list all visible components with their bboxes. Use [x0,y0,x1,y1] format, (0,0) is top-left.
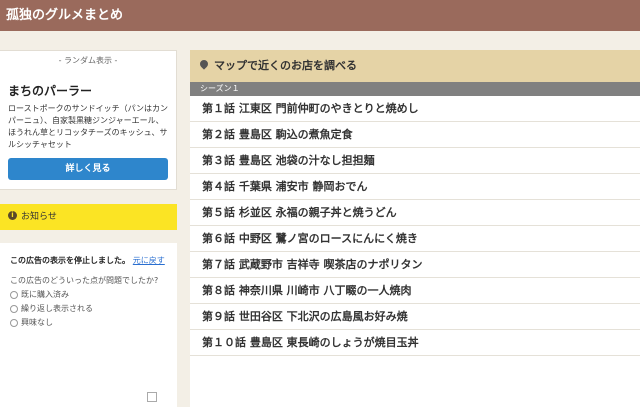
episode-link[interactable]: 第６話 中野区 鷺ノ宮のロースにんにく焼き [190,226,640,252]
map-pin-icon [198,58,210,70]
map-search-header[interactable]: マップで近くのお店を調べる [190,50,640,82]
random-shop-card: - ランダム表示 - まちのパーラー ローストポークのサンドイッチ（パンはカンパ… [0,50,177,190]
episode-list: 第１話 江東区 門前仲町のやきとりと焼めし 第２話 豊島区 駒込の煮魚定食 第３… [190,96,640,356]
radio-button[interactable] [10,318,18,327]
shop-name[interactable]: まちのパーラー [8,82,176,99]
ad-stopped-text: この広告の表示を停止しました。 [10,256,130,265]
ad-option-label: 繰り返し表示される [21,304,93,313]
episode-link[interactable]: 第１０話 豊島区 東長崎のしょうが焼目玉丼 [190,330,640,356]
notice-bar[interactable]: i お知らせ [0,204,177,230]
ad-option-purchased[interactable]: 既に購入済み [10,289,171,300]
episode-link[interactable]: 第３話 豊島区 池袋の汁なし担担麺 [190,148,640,174]
ad-option-label: 興味なし [21,318,53,327]
map-search-label: マップで近くのお店を調べる [214,59,357,72]
episode-link[interactable]: 第１話 江東区 門前仲町のやきとりと焼めし [190,96,640,122]
ad-option-not-interested[interactable]: 興味なし [10,317,171,328]
season-label: シーズン１ [200,84,240,93]
shop-description: ローストポークのサンドイッチ（パンはカンパーニュ）、自家製黒糖ジンジャーエール、… [8,104,168,149]
episode-link[interactable]: 第９話 世田谷区 下北沢の広島風お好み焼 [190,304,640,330]
episode-link[interactable]: 第５話 杉並区 永福の親子丼と焼うどん [190,200,640,226]
site-title[interactable]: 孤独のグルメまとめ [6,8,123,23]
episode-link[interactable]: 第７話 武蔵野市 吉祥寺 喫茶店のナポリタン [190,252,640,278]
episode-link[interactable]: 第２話 豊島区 駒込の煮魚定食 [190,122,640,148]
site-header: 孤独のグルメまとめ [0,0,640,31]
random-caption: - ランダム表示 - [58,56,118,65]
ad-option-label: 既に購入済み [21,290,69,299]
ad-undo-link[interactable]: 元に戻す [133,256,165,265]
ad-stopped-message: この広告の表示を停止しました。 元に戻す [10,255,171,267]
ad-question: この広告のどういった点が問題でしたか? [10,276,159,285]
ad-option-repeated[interactable]: 繰り返し表示される [10,303,171,314]
ad-checkbox[interactable] [147,392,157,402]
notice-label: お知らせ [21,212,57,222]
episode-link[interactable]: 第４話 千葉県 浦安市 静岡おでん [190,174,640,200]
detail-button[interactable]: 詳しく見る [8,158,168,180]
ad-feedback-box: この広告の表示を停止しました。 元に戻す この広告のどういった点が問題でしたか?… [0,243,177,407]
radio-button[interactable] [10,290,18,299]
main-panel: マップで近くのお店を調べる シーズン１ 第１話 江東区 門前仲町のやきとりと焼め… [190,50,640,407]
episode-link[interactable]: 第８話 神奈川県 川崎市 八丁畷の一人焼肉 [190,278,640,304]
radio-button[interactable] [10,304,18,313]
season-bar: シーズン１ [190,82,640,96]
info-icon: i [8,211,17,220]
